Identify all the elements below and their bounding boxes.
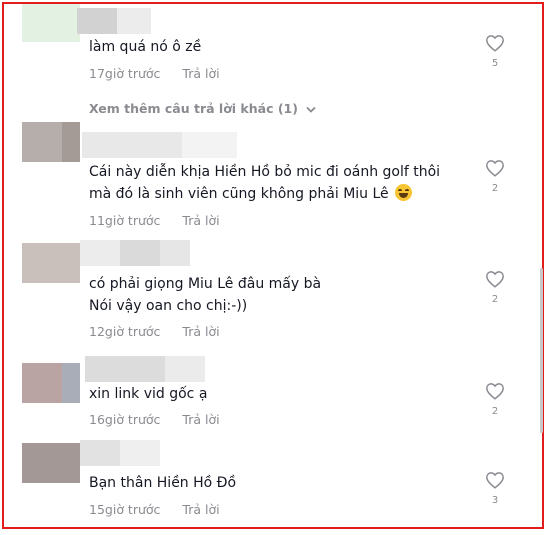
comment-time: 11giờ trước bbox=[89, 213, 161, 228]
comment-time: 15giờ trước bbox=[89, 502, 161, 517]
comment-time: 16giờ trước bbox=[89, 412, 161, 427]
like-count: 2 bbox=[491, 294, 499, 305]
reply-button[interactable]: Trả lời bbox=[182, 412, 219, 427]
comment-text: làm quá nó ô zề bbox=[89, 39, 202, 55]
comment-text-content: Cái này diễn khịa Hiền Hồ bỏ mic đi oánh… bbox=[89, 164, 441, 202]
laughing-emoji-icon bbox=[395, 184, 413, 201]
username-blurred[interactable] bbox=[77, 8, 153, 34]
reply-button[interactable]: Trả lời bbox=[182, 324, 219, 339]
username-blurred[interactable] bbox=[85, 356, 205, 382]
scrollbar[interactable] bbox=[540, 268, 543, 433]
heart-icon bbox=[486, 383, 504, 400]
username-blurred[interactable] bbox=[80, 440, 160, 466]
comment-time: 12giờ trước bbox=[89, 324, 161, 339]
comment-time: 17giờ trước bbox=[89, 66, 161, 81]
heart-icon bbox=[486, 472, 504, 489]
avatar[interactable] bbox=[22, 443, 80, 483]
comment-meta: 15giờ trước Trả lời bbox=[89, 502, 220, 517]
like-button[interactable]: 3 bbox=[484, 471, 506, 506]
comment-text: Cái này diễn khịa Hiền Hồ bỏ mic đi oánh… bbox=[89, 161, 469, 205]
like-count: 2 bbox=[491, 406, 499, 417]
username-blurred[interactable] bbox=[82, 132, 237, 158]
like-button[interactable]: 2 bbox=[484, 270, 506, 305]
view-more-replies-button[interactable]: Xem thêm câu trả lời khác (1) bbox=[89, 101, 316, 116]
like-count: 5 bbox=[491, 58, 499, 69]
like-button[interactable]: 2 bbox=[484, 159, 506, 194]
comment-meta: 12giờ trước Trả lời bbox=[89, 324, 220, 339]
avatar[interactable] bbox=[22, 363, 80, 403]
avatar[interactable] bbox=[22, 122, 80, 162]
heart-icon bbox=[486, 160, 504, 177]
reply-button[interactable]: Trả lời bbox=[182, 66, 219, 81]
like-count: 3 bbox=[491, 495, 499, 506]
comment-meta: 17giờ trước Trả lời bbox=[89, 66, 220, 81]
reply-button[interactable]: Trả lời bbox=[182, 213, 219, 228]
like-button[interactable]: 2 bbox=[484, 382, 506, 417]
comment-text: Bạn thân Hiền Hồ Đồ bbox=[89, 475, 237, 491]
comment-meta: 16giờ trước Trả lời bbox=[89, 412, 220, 427]
comment-text: xin link vid gốc ạ bbox=[89, 386, 208, 402]
avatar[interactable] bbox=[22, 4, 80, 42]
reply-button[interactable]: Trả lời bbox=[182, 502, 219, 517]
heart-icon bbox=[486, 271, 504, 288]
comment-meta: 11giờ trước Trả lời bbox=[89, 213, 220, 228]
chevron-down-icon bbox=[306, 101, 316, 116]
like-button[interactable]: 5 bbox=[484, 34, 506, 69]
avatar[interactable] bbox=[22, 243, 80, 283]
comment-text: có phải giọng Miu Lê đâu mấy bà Nói vậy … bbox=[89, 276, 322, 314]
heart-icon bbox=[486, 35, 504, 52]
like-count: 2 bbox=[491, 183, 499, 194]
view-more-label: Xem thêm câu trả lời khác (1) bbox=[89, 101, 298, 116]
username-blurred[interactable] bbox=[80, 240, 190, 266]
